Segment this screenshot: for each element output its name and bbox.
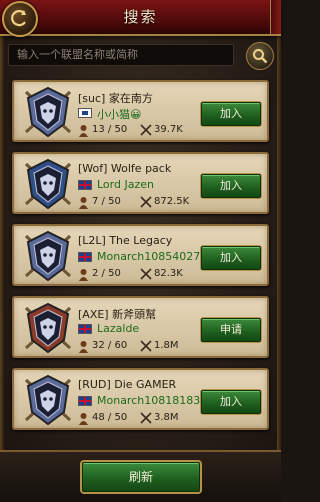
power-value: 872.5K — [154, 196, 190, 207]
members-icon — [79, 341, 88, 353]
uk-flag-icon — [78, 180, 92, 190]
header-corner-ornament — [270, 0, 281, 34]
alliance-name: [suc] 家在南方 — [78, 92, 153, 105]
alliance-emblem-icon — [20, 300, 76, 356]
power-value: 82.3K — [154, 268, 183, 279]
apply-button[interactable]: 申请 — [201, 318, 261, 342]
member-count: 2 / 50 — [92, 268, 121, 279]
crossed-swords-icon — [140, 196, 152, 208]
search-row — [8, 42, 274, 70]
join-button[interactable]: 加入 — [201, 174, 261, 198]
alliance-name: [AXE] 新斧頭幫 — [78, 308, 157, 321]
join-button[interactable]: 加入 — [201, 246, 261, 270]
member-count: 48 / 50 — [92, 412, 128, 423]
power-value: 3.8M — [154, 412, 179, 423]
alliance-card[interactable]: [L2L] The Legacy Monarch10854027 2 / 50 … — [12, 224, 269, 286]
alliance-card[interactable]: [AXE] 新斧頭幫 Lazalde 32 / 60 1.8M 申请 — [12, 296, 269, 358]
left-frame-rail — [0, 36, 4, 450]
back-button[interactable] — [2, 1, 38, 37]
member-count: 32 / 60 — [92, 340, 128, 351]
refresh-button[interactable]: 刷新 — [82, 462, 200, 492]
right-frame-rail — [277, 36, 281, 450]
alliance-emblem-icon — [20, 372, 76, 428]
crossed-swords-icon — [140, 124, 152, 136]
uk-flag-icon — [78, 396, 92, 406]
uk-flag-icon — [78, 324, 92, 334]
leader-name: Lazalde — [97, 322, 140, 335]
join-button[interactable]: 加入 — [201, 102, 261, 126]
alliance-name: [RUD] Die GAMER — [78, 378, 177, 391]
leader-name: Lord Jazen — [97, 178, 154, 191]
page-title: 搜索 — [123, 8, 158, 26]
alliance-card[interactable]: [RUD] Die GAMER Monarch10818183 48 / 50 … — [12, 368, 269, 430]
power-value: 39.7K — [154, 124, 183, 135]
crossed-swords-icon — [140, 268, 152, 280]
header-bar: 搜索 — [0, 0, 281, 36]
back-arrow-icon — [11, 10, 26, 27]
alliance-name: [Wof] Wolfe pack — [78, 162, 172, 175]
alliance-emblem-icon — [20, 156, 76, 212]
crossed-swords-icon — [140, 412, 152, 424]
alliance-card[interactable]: [suc] 家在南方 小小猫😀 13 / 50 39.7K 加入 — [12, 80, 269, 142]
alliance-emblem-icon — [20, 84, 76, 140]
member-count: 7 / 50 — [92, 196, 121, 207]
alliance-name: [L2L] The Legacy — [78, 234, 173, 247]
cn-flag-icon — [78, 108, 92, 118]
members-icon — [79, 269, 88, 281]
search-input[interactable] — [8, 44, 234, 66]
members-icon — [79, 413, 88, 425]
alliance-card[interactable]: [Wof] Wolfe pack Lord Jazen 7 / 50 872.5… — [12, 152, 269, 214]
member-count: 13 / 50 — [92, 124, 128, 135]
alliance-emblem-icon — [20, 228, 76, 284]
members-icon — [79, 197, 88, 209]
leader-name: Monarch10854027 — [97, 250, 201, 263]
join-button[interactable]: 加入 — [201, 390, 261, 414]
crossed-swords-icon — [140, 340, 152, 352]
members-icon — [79, 125, 88, 137]
search-button[interactable] — [246, 42, 274, 70]
power-value: 1.8M — [154, 340, 179, 351]
leader-name: Monarch10818183 — [97, 394, 201, 407]
leader-name: 小小猫😀 — [97, 108, 142, 121]
uk-flag-icon — [78, 252, 92, 262]
magnifier-icon — [253, 49, 268, 64]
